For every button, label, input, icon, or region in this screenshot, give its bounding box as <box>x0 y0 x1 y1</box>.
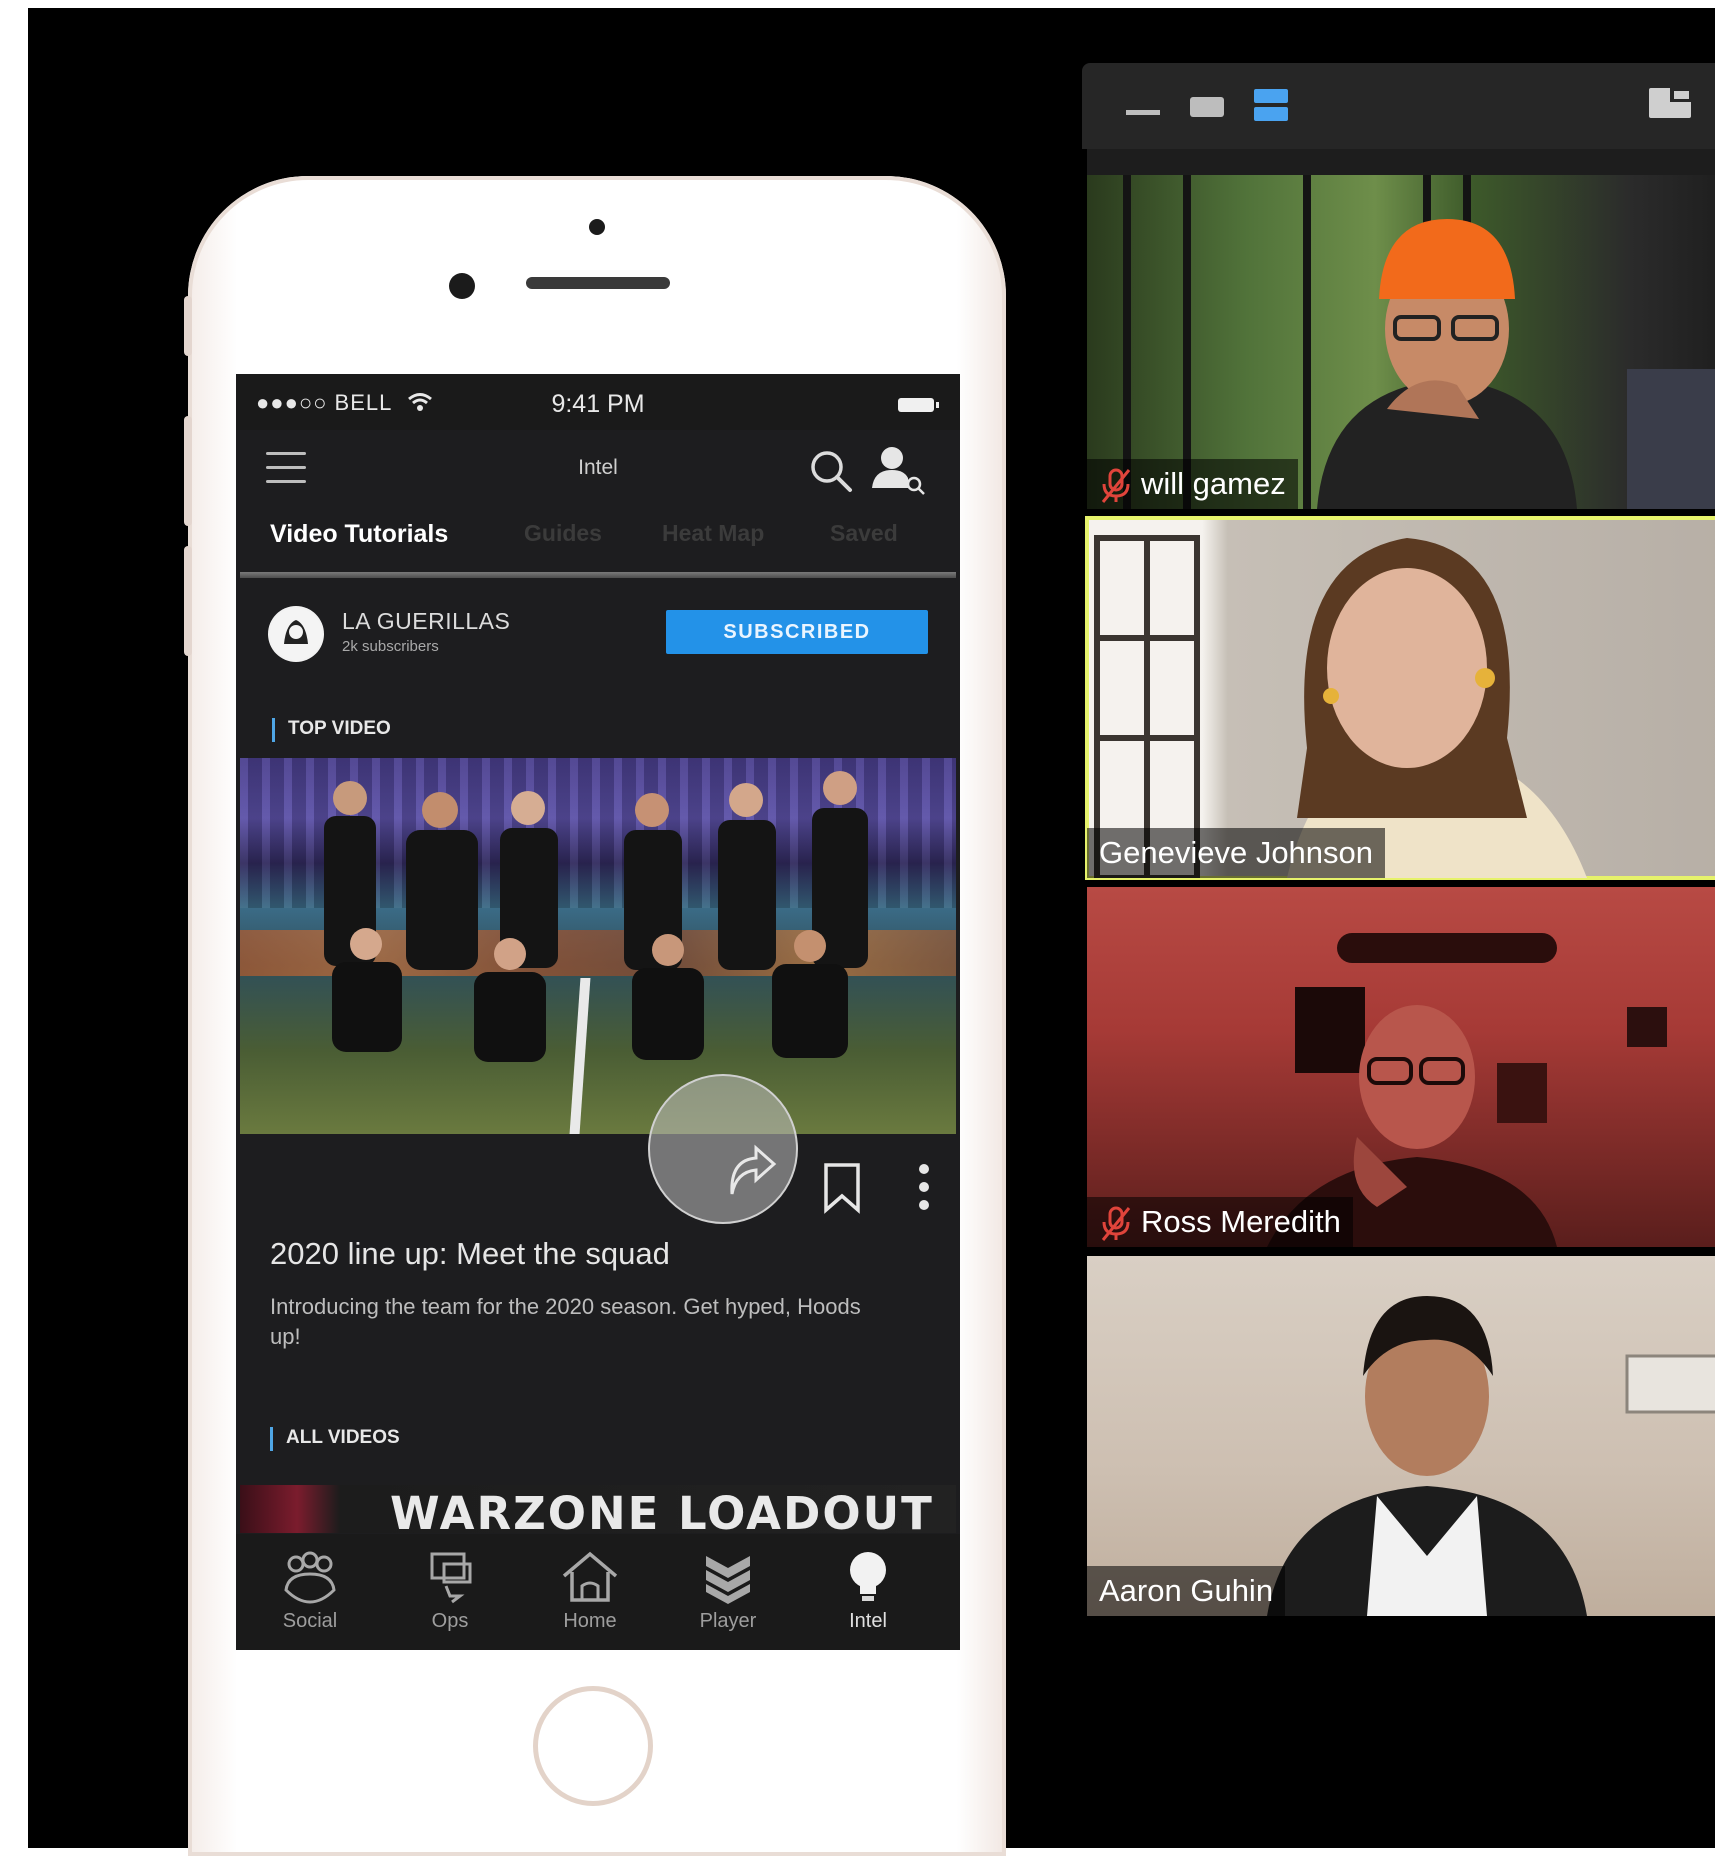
content-tabs: Video Tutorials Guides Heat Map Saved <box>236 510 960 560</box>
tab-video-tutorials[interactable]: Video Tutorials <box>270 520 448 549</box>
tab-indicator <box>240 572 956 578</box>
share-button[interactable] <box>648 1074 798 1224</box>
tabbar-ops-label: Ops <box>431 1610 469 1632</box>
tabbar-home-label: Home <box>563 1610 617 1632</box>
bookmark-icon[interactable] <box>822 1162 862 1214</box>
video-card-warzone[interactable]: WARZONE LOADOUT <box>240 1485 956 1533</box>
player-rank-icon <box>706 1556 750 1604</box>
participant-video <box>1267 1296 1715 1616</box>
tabbar-intel-label: Intel <box>849 1610 887 1632</box>
tab-saved[interactable]: Saved <box>830 520 898 547</box>
front-camera <box>449 273 475 299</box>
video-description: Introducing the team for the 2020 season… <box>270 1294 861 1349</box>
tabbar-social[interactable]: Social <box>238 1534 382 1650</box>
participant-name-tag: Aaron Guhin <box>1087 1566 1286 1616</box>
guerillas-logo-icon <box>270 608 322 660</box>
tabbar-player[interactable]: Player <box>656 1534 800 1650</box>
exit-fullscreen-icon[interactable] <box>1648 85 1692 121</box>
earpiece-speaker <box>526 277 670 289</box>
tabbar-ops[interactable]: Ops <box>378 1534 522 1650</box>
video-thumbnail[interactable] <box>240 758 956 1134</box>
volume-down-button <box>184 546 192 656</box>
section-marker <box>272 718 275 742</box>
proximity-sensor <box>589 219 605 235</box>
channel-name: LA GUERILLAS <box>342 608 511 634</box>
participant-name-tag: Ross Meredith <box>1087 1197 1353 1247</box>
minimize-icon[interactable] <box>1126 107 1160 117</box>
participant-name-tag: Genevieve Johnson <box>1087 828 1386 878</box>
channel-avatar[interactable] <box>268 606 324 662</box>
speaker-view-icon[interactable] <box>1190 95 1224 119</box>
gallery-view-icon[interactable] <box>1254 87 1288 123</box>
mic-muted-icon <box>1101 468 1131 503</box>
lightbulb-icon <box>850 1552 886 1601</box>
ops-icon <box>430 1552 472 1604</box>
home-icon <box>562 1551 618 1602</box>
section-marker <box>270 1427 273 1451</box>
participant-tile-will-gamez[interactable]: will gamez <box>1087 149 1715 509</box>
bottom-tab-bar: Social Ops Home Player Intel <box>236 1534 960 1650</box>
participant-video <box>1094 535 1587 878</box>
tab-heat-map[interactable]: Heat Map <box>662 520 764 547</box>
video-call-gallery: will gamez Genevieve Johnson Ross Meredi… <box>1082 63 1715 1623</box>
participant-tile-genevieve-johnson[interactable]: Genevieve Johnson <box>1085 516 1715 880</box>
participant-tile-aaron-guhin[interactable]: Aaron Guhin <box>1087 1256 1715 1616</box>
participant-name-tag: will gamez <box>1087 459 1298 509</box>
volume-up-button <box>184 416 192 526</box>
search-icon[interactable] <box>808 448 854 494</box>
share-arrow-icon <box>730 1144 777 1195</box>
participant-video <box>1267 933 1667 1247</box>
battery-icon <box>898 398 939 412</box>
mic-muted-icon <box>1101 1206 1131 1241</box>
subscriber-count: 2k subscribers <box>342 638 439 655</box>
all-videos-heading: ALL VIDEOS <box>286 1427 400 1448</box>
participant-tile-ross-meredith[interactable]: Ross Meredith <box>1087 887 1715 1247</box>
social-icon <box>284 1551 336 1604</box>
subscribed-button[interactable]: SUBSCRIBED <box>666 610 928 654</box>
participant-video <box>1087 149 1715 509</box>
silent-switch <box>184 296 192 356</box>
find-user-icon[interactable] <box>870 444 926 496</box>
video-title[interactable]: 2020 line up: Meet the squad <box>270 1236 670 1272</box>
clock: 9:41 PM <box>551 390 645 418</box>
team-photo <box>324 771 868 1062</box>
tabbar-player-label: Player <box>699 1610 757 1632</box>
tabbar-home[interactable]: Home <box>518 1534 662 1650</box>
app-header: Intel <box>236 430 960 506</box>
warzone-loadout-title: WARZONE LOADOUT <box>390 1487 934 1533</box>
home-button[interactable] <box>533 1686 653 1806</box>
channel-header: LA GUERILLAS 2k subscribers SUBSCRIBED <box>236 594 960 674</box>
phone-mockup: ●●●○○ BELL 9:41 PM Intel Video Tutorials… <box>184 176 1006 1856</box>
tabbar-social-label: Social <box>282 1610 338 1632</box>
status-bar: ●●●○○ BELL 9:41 PM <box>236 374 960 430</box>
phone-screen: ●●●○○ BELL 9:41 PM Intel Video Tutorials… <box>236 374 960 1650</box>
canvas-background: ●●●○○ BELL 9:41 PM Intel Video Tutorials… <box>28 8 1715 1856</box>
more-options-icon[interactable] <box>916 1162 932 1212</box>
tab-guides[interactable]: Guides <box>524 520 602 547</box>
top-video-heading: TOP VIDEO <box>288 718 391 739</box>
call-toolbar <box>1082 63 1715 149</box>
tabbar-intel[interactable]: Intel <box>796 1534 940 1650</box>
